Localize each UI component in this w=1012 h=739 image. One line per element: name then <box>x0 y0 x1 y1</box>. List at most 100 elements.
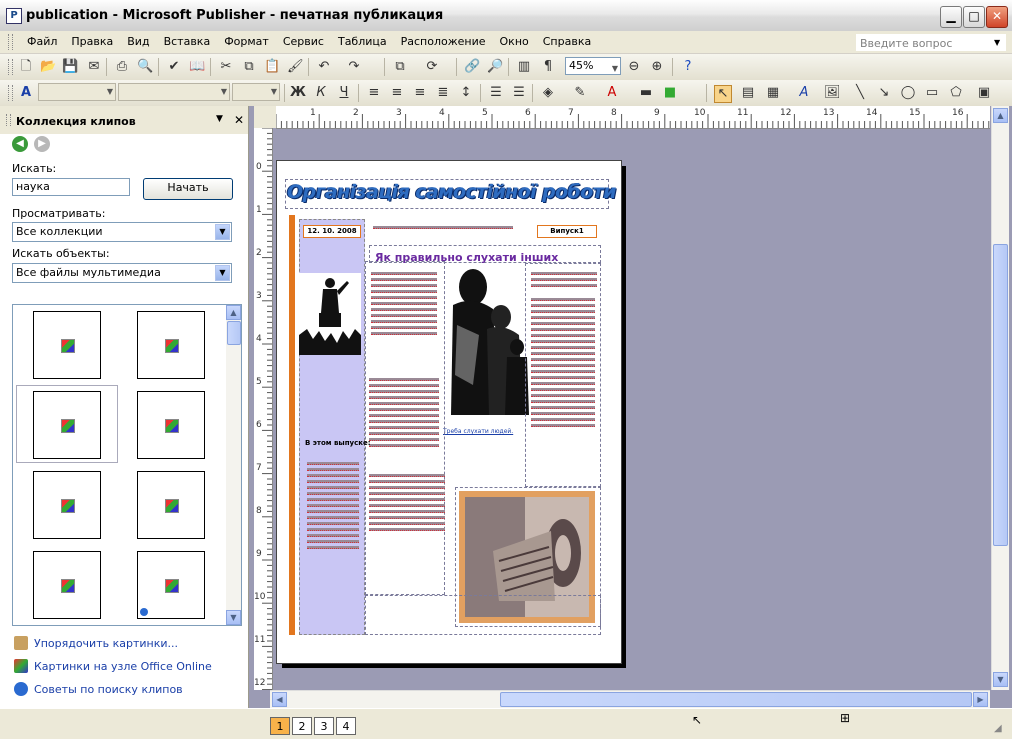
chevron-down-icon[interactable]: ▼ <box>612 61 618 77</box>
menu-grip[interactable] <box>8 34 13 50</box>
scroll-up-icon[interactable]: ▲ <box>226 305 241 320</box>
design-gallery-icon[interactable]: ▣ <box>976 85 992 101</box>
minimize-button[interactable]: ▁ <box>940 6 962 28</box>
line-style-icon[interactable]: ▬ <box>638 85 654 101</box>
bring-forward-icon[interactable]: ⧉ <box>392 59 408 75</box>
print-icon[interactable]: ⎙ <box>114 59 130 75</box>
redo-icon[interactable]: ↷ <box>346 59 362 75</box>
clip-thumbnail[interactable] <box>137 551 205 619</box>
ruler-corner[interactable] <box>254 106 276 128</box>
spelling-icon[interactable]: ✔ <box>166 59 182 75</box>
help-icon[interactable]: ? <box>680 59 696 75</box>
clip-thumbnail[interactable] <box>137 311 205 379</box>
toolbar-grip[interactable] <box>8 85 13 101</box>
font-size-select[interactable]: ▼ <box>232 83 280 101</box>
3d-style-icon[interactable]: ■ <box>662 85 678 101</box>
pane-menu-icon[interactable]: ▼ <box>216 114 223 124</box>
wordart-icon[interactable]: A <box>796 85 812 101</box>
bottom-frame[interactable] <box>365 595 601 635</box>
article-paragraph[interactable] <box>371 269 437 338</box>
menu-view[interactable]: Вид <box>120 35 156 48</box>
publication-title[interactable]: Організація самостійної роботи студентів <box>287 181 621 203</box>
columns-icon[interactable]: ▥ <box>516 59 532 75</box>
font-color-icon[interactable]: A <box>604 85 620 101</box>
publication-page[interactable]: Організація самостійної роботи студентів… <box>276 160 622 664</box>
underline-icon[interactable]: Ч <box>336 85 352 101</box>
menu-window[interactable]: Окно <box>493 35 536 48</box>
page-tab-2[interactable]: 2 <box>292 717 312 735</box>
select-pointer-icon[interactable]: ↖ <box>714 85 732 103</box>
catalog-icon[interactable]: 🔎 <box>487 59 503 75</box>
article-paragraph[interactable] <box>369 471 445 534</box>
research-icon[interactable]: 📖 <box>189 59 205 75</box>
menu-format[interactable]: Формат <box>217 35 276 48</box>
styles-icon[interactable]: A <box>18 85 34 101</box>
publisher-icon[interactable]: P <box>6 8 22 24</box>
vertical-scrollbar[interactable]: ▲ ▼ <box>991 106 1009 690</box>
scroll-up-icon[interactable]: ▲ <box>993 108 1008 123</box>
align-center-icon[interactable]: ≡ <box>389 85 405 101</box>
help-search-input[interactable]: Введите вопрос <box>856 34 1006 51</box>
page-tab-1[interactable]: 1 <box>270 717 290 735</box>
results-scrollbar[interactable]: ▲ ▼ <box>226 305 241 625</box>
line-spacing-icon[interactable]: ↕ <box>458 85 474 101</box>
toolbar-grip[interactable] <box>8 59 13 75</box>
cut-icon[interactable]: ✂ <box>218 59 234 75</box>
page-tab-3[interactable]: 3 <box>314 717 334 735</box>
search-tips-link[interactable]: Советы по поиску клипов <box>14 682 183 696</box>
picture-icon[interactable]: 🖼 <box>824 85 841 101</box>
pilcrow-icon[interactable]: ¶ <box>540 59 556 75</box>
justify-icon[interactable]: ≣ <box>435 85 451 101</box>
zoom-in-icon[interactable]: ⊕ <box>649 59 665 75</box>
collections-select[interactable]: Все коллекции ▼ <box>12 222 232 242</box>
scroll-thumb[interactable] <box>227 321 241 345</box>
scroll-thumb[interactable] <box>500 692 972 707</box>
clip-thumbnail[interactable] <box>137 471 205 539</box>
menu-arrange[interactable]: Расположение <box>394 35 493 48</box>
numbering-icon[interactable]: ☰ <box>488 85 504 101</box>
date-box[interactable]: 12. 10. 2008 <box>303 225 361 238</box>
line-color-icon[interactable]: ✎ <box>572 85 588 101</box>
media-types-select[interactable]: Все файлы мультимедиа ▼ <box>12 263 232 283</box>
font-select[interactable]: ▼ <box>118 83 230 101</box>
close-icon[interactable]: ✕ <box>234 113 244 127</box>
back-icon[interactable]: ◀ <box>12 136 28 152</box>
zoom-select[interactable]: 45% ▼ <box>565 57 621 75</box>
autoshapes-icon[interactable]: ⬠ <box>948 85 964 101</box>
scroll-right-icon[interactable]: ▶ <box>973 692 988 707</box>
zoom-out-icon[interactable]: ⊖ <box>626 59 642 75</box>
hyperlink-icon[interactable]: 🔗 <box>464 59 480 75</box>
rectangle-icon[interactable]: ▭ <box>924 85 940 101</box>
align-right-icon[interactable]: ≡ <box>412 85 428 101</box>
paste-icon[interactable]: 📋 <box>264 59 280 75</box>
new-icon[interactable]: 🗋 <box>18 59 34 75</box>
clip-thumbnail[interactable] <box>33 311 101 379</box>
scroll-thumb[interactable] <box>993 244 1008 546</box>
menu-tools[interactable]: Сервис <box>276 35 331 48</box>
clip-thumbnail[interactable] <box>33 391 101 459</box>
scroll-left-icon[interactable]: ◀ <box>272 692 287 707</box>
save-icon[interactable]: 💾 <box>62 59 78 75</box>
issue-box[interactable]: Випуск1 <box>537 225 597 238</box>
menu-file[interactable]: Файл <box>20 35 64 48</box>
go-button[interactable]: Начать <box>143 178 233 200</box>
pane-grip[interactable] <box>6 114 11 126</box>
fill-color-icon[interactable]: ◈ <box>540 85 556 101</box>
scroll-down-icon[interactable]: ▼ <box>993 672 1008 687</box>
maximize-button[interactable]: □ <box>963 6 985 28</box>
page-tab-4[interactable]: 4 <box>336 717 356 735</box>
chevron-down-icon[interactable]: ▼ <box>994 38 1000 47</box>
article-paragraph[interactable] <box>369 375 439 450</box>
chevron-down-icon[interactable]: ▼ <box>215 265 230 281</box>
organization-line[interactable] <box>373 223 513 232</box>
italic-icon[interactable]: К <box>313 85 329 101</box>
speaker-picture[interactable] <box>299 273 361 355</box>
menu-edit[interactable]: Правка <box>64 35 120 48</box>
people-photo[interactable] <box>443 265 531 427</box>
open-icon[interactable]: 📂 <box>40 59 56 75</box>
chevron-down-icon[interactable]: ▼ <box>215 224 230 240</box>
bold-icon[interactable]: Ж <box>290 85 306 101</box>
contents-title[interactable]: В этом выпуске: <box>305 439 371 447</box>
menu-table[interactable]: Таблица <box>331 35 394 48</box>
menu-help[interactable]: Справка <box>536 35 598 48</box>
